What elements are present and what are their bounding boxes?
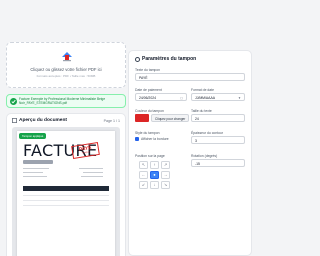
text-line: [83, 172, 103, 174]
stamp-text-label: Texte du tampon: [135, 68, 161, 72]
date-format-value: JJ/MM/AAAA: [195, 96, 215, 100]
stamp-settings-panel: Paramètres du tampon Texte du tampon PAY…: [128, 50, 252, 256]
position-bottom-left[interactable]: ↙: [139, 181, 148, 189]
position-label: Position sur la page: [135, 154, 165, 158]
preview-title: Aperçu du document: [19, 118, 67, 123]
text-line: [23, 168, 49, 170]
date-format-select[interactable]: JJ/MM/AAAA ▼: [191, 93, 245, 101]
position-middle-left[interactable]: ←: [139, 171, 148, 179]
border-width-label: Épaisseur du contour: [191, 131, 224, 135]
settings-heading: Paramètres du tampon: [135, 56, 245, 62]
table-row: [23, 200, 109, 202]
pdf-dropzone[interactable]: Cliquez ou glissez votre fichier PDF ici…: [6, 42, 126, 88]
position-top-center[interactable]: ↑: [150, 161, 159, 169]
check-circle-icon: [10, 98, 17, 105]
position-bottom-right[interactable]: ↘: [161, 181, 170, 189]
show-border-option[interactable]: Afficher la bordure: [135, 137, 191, 142]
selected-file-banner: Facture Exemple by Professional Moderne …: [6, 94, 126, 108]
rotation-group: Rotation (degrés) -15: [191, 154, 245, 167]
text-line: [23, 176, 47, 178]
settings-title: Paramètres du tampon: [142, 56, 197, 62]
border-checkbox[interactable]: [135, 137, 139, 142]
stamp-color-swatch[interactable]: [135, 114, 149, 122]
border-width-group: Épaisseur du contour 3: [191, 131, 245, 144]
position-top-right[interactable]: ↗: [161, 161, 170, 169]
payment-date-value: 24/06/2024: [139, 96, 156, 100]
position-top-left[interactable]: ↖: [139, 161, 148, 169]
gear-icon: [135, 56, 140, 62]
font-size-group: Taille du texte 24: [191, 109, 245, 122]
change-color-button[interactable]: Cliquez pour changer: [151, 114, 190, 122]
rotation-label: Rotation (degrés): [191, 154, 218, 158]
position-center[interactable]: ●: [150, 171, 159, 179]
stamp-style-label: Style du tampon: [135, 131, 160, 135]
stamp-color-label: Couleur du tampon: [135, 109, 164, 113]
stamp-text-field-group: Texte du tampon PAYÉ: [135, 68, 245, 81]
position-group: Position sur la page: [135, 154, 191, 158]
font-size-label: Taille du texte: [191, 109, 212, 113]
invoice-table-header: [23, 186, 109, 191]
pdf-upload-icon: [62, 52, 72, 62]
calendar-icon: ▢: [180, 96, 183, 100]
document-icon: [12, 118, 17, 123]
stamp-style-group: Style du tampon Afficher la bordure: [135, 131, 191, 142]
table-row: [23, 195, 109, 197]
left-column: Cliquez ou glissez votre fichier PDF ici…: [6, 42, 126, 256]
payment-date-input[interactable]: 24/06/2024 ▢: [135, 93, 187, 101]
payment-date-group: Date de paiement 24/06/2024 ▢: [135, 88, 187, 101]
stamp-text-input[interactable]: PAYÉ: [135, 73, 245, 81]
rotation-input[interactable]: -15: [191, 159, 245, 167]
stamp-color-group: Couleur du tampon Cliquez pour changer: [135, 109, 191, 122]
stamp-applied-badge: Tampon appliqué: [19, 133, 47, 139]
border-width-input[interactable]: 3: [191, 136, 245, 144]
selected-file-name: Facture Exemple by Professional Moderne …: [19, 97, 106, 106]
date-format-group: Format de date JJ/MM/AAAA ▼: [191, 88, 245, 101]
position-bottom-center[interactable]: ↓: [150, 181, 159, 189]
page-indicator: Page 1 / 1: [103, 119, 120, 123]
document-page: Tampon appliqué FACTURE PAYÉ Tampon: [17, 131, 115, 256]
invoice-number-bar: [23, 160, 53, 164]
payment-date-label: Date de paiement: [135, 88, 162, 92]
document-preview-card: Aperçu du document Page 1 / 1 Tampon app…: [6, 113, 126, 256]
document-viewer[interactable]: Tampon appliqué FACTURE PAYÉ Tampon: [12, 127, 120, 256]
dropzone-subtitle: Formats acceptés : PDF • Taille max : 50…: [36, 74, 96, 78]
show-border-label: Afficher la bordure: [141, 137, 169, 141]
preview-heading: Aperçu du document: [12, 118, 67, 123]
table-row: [23, 205, 109, 207]
position-middle-right[interactable]: →: [161, 171, 170, 179]
chevron-down-icon: ▼: [238, 96, 241, 100]
text-line: [81, 176, 103, 178]
text-line: [79, 168, 103, 170]
dropzone-title: Cliquez ou glissez votre fichier PDF ici: [30, 67, 102, 72]
text-line: [23, 172, 43, 174]
position-grid: ↖ ↑ ↗ ← ● → ↙ ↓ ↘: [139, 161, 170, 189]
date-format-label: Format de date: [191, 88, 214, 92]
font-size-input[interactable]: 24: [191, 114, 245, 122]
